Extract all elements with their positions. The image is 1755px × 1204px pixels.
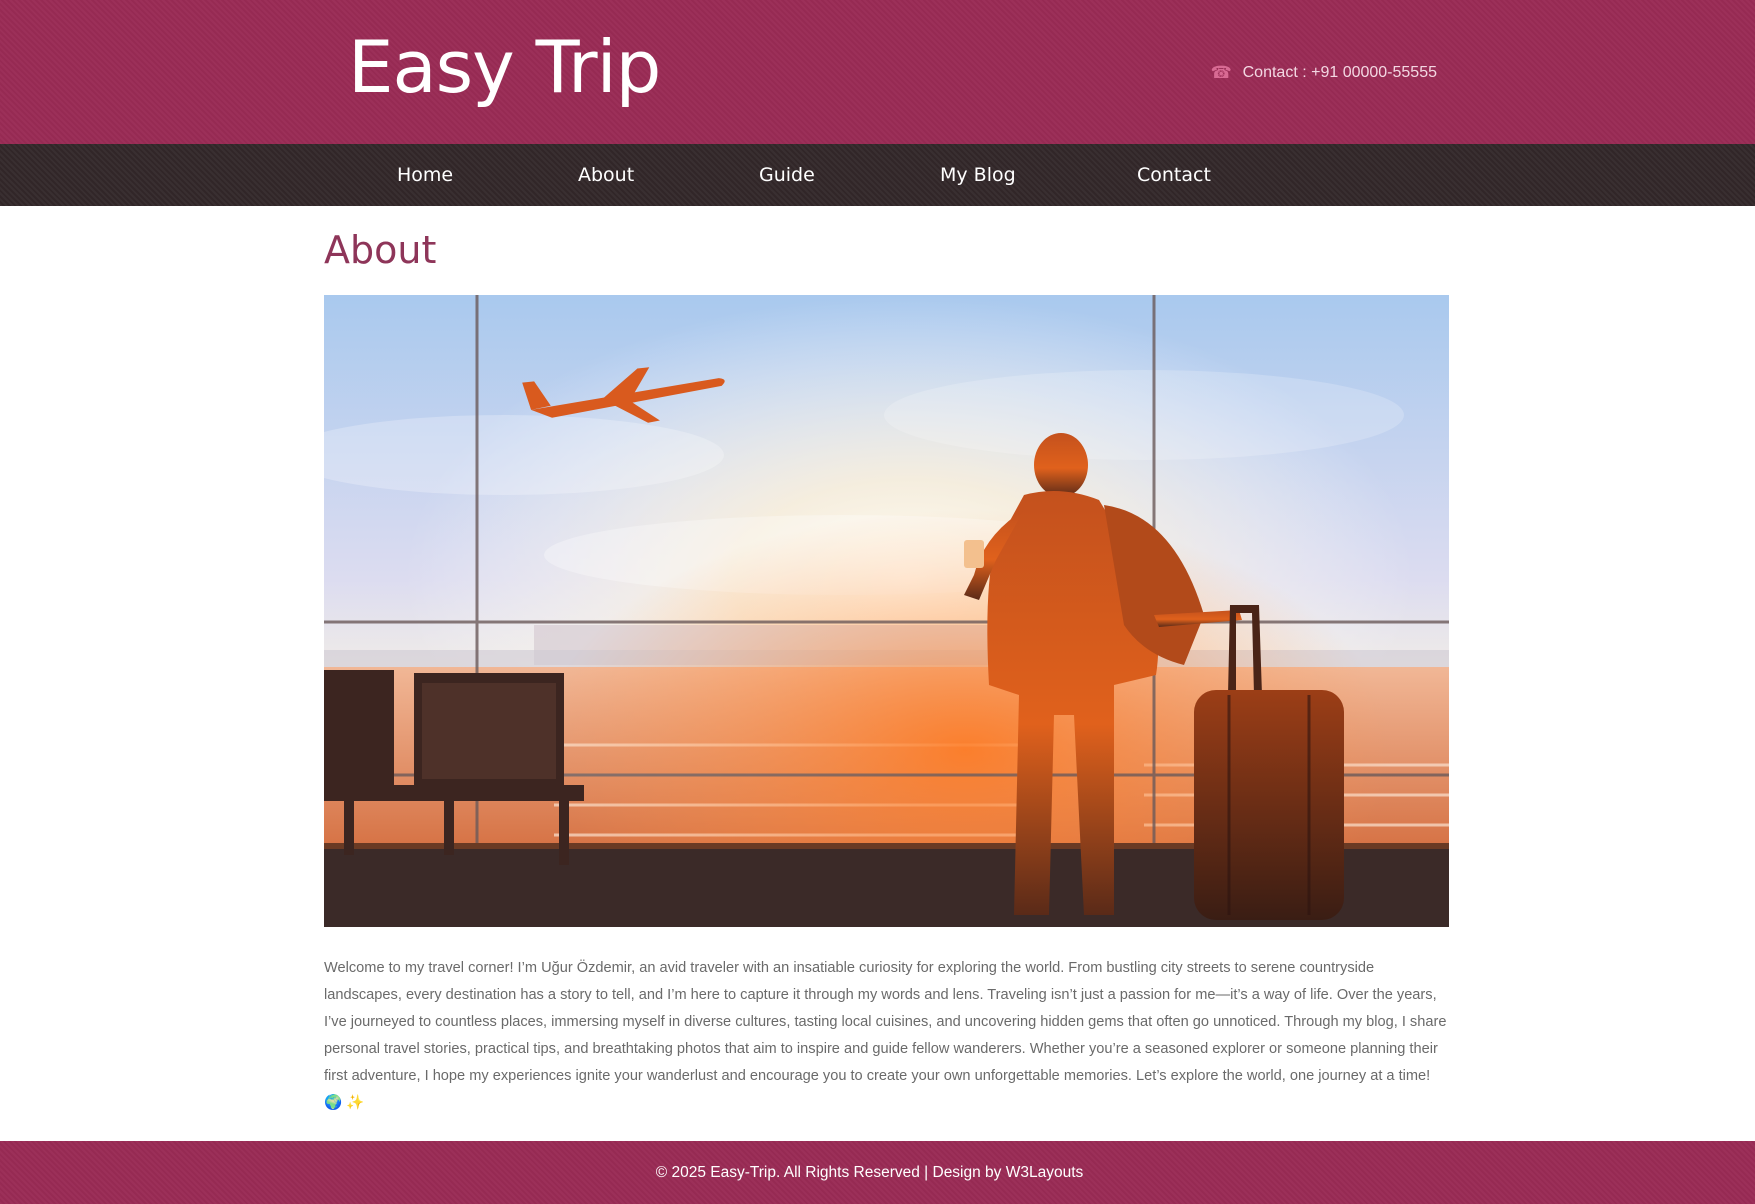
site-header: Easy Trip ☎ Contact : +91 00000-55555 xyxy=(0,0,1755,144)
header-contact: ☎ Contact : +91 00000-55555 xyxy=(1211,62,1437,84)
phone-icon: ☎ xyxy=(1210,63,1232,82)
page-title: About xyxy=(324,228,437,272)
nav-item-home[interactable]: Home xyxy=(397,144,453,206)
nav-item-about[interactable]: About xyxy=(578,144,634,206)
site-footer: © 2025 Easy-Trip. All Rights Reserved | … xyxy=(0,1141,1755,1204)
main-nav: Home About Guide My Blog Contact xyxy=(0,144,1755,206)
nav-item-my-blog[interactable]: My Blog xyxy=(940,144,1016,206)
contact-text: Contact : +91 00000-55555 xyxy=(1242,64,1437,81)
footer-copyright: © 2025 Easy-Trip. All Rights Reserved | … xyxy=(655,1164,1084,1181)
nav-item-contact[interactable]: Contact xyxy=(1137,144,1211,206)
nav-item-guide[interactable]: Guide xyxy=(759,144,815,206)
hero-image xyxy=(324,295,1449,927)
about-paragraph: Welcome to my travel corner! I’m Uğur Öz… xyxy=(324,960,1447,1111)
site-logo[interactable]: Easy Trip xyxy=(348,22,661,112)
